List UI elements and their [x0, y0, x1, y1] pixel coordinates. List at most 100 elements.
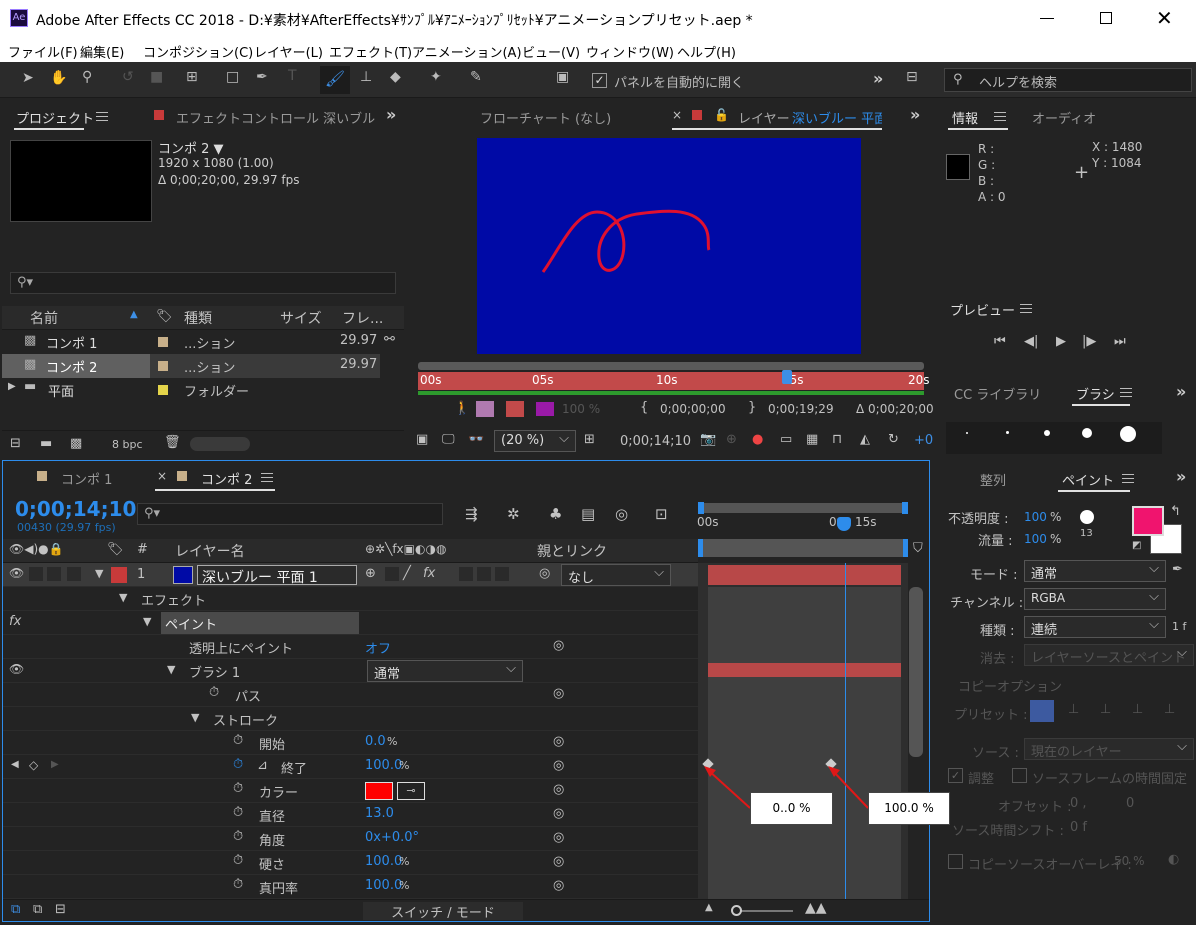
tab-audio[interactable]: オーディオ [1032, 108, 1096, 127]
brush1-mode-select[interactable]: 通常 [367, 660, 523, 682]
color-swatch-icon[interactable] [536, 402, 554, 416]
timeline-search-input[interactable]: ⚲▾ [137, 503, 443, 525]
layer-canvas[interactable] [477, 138, 861, 354]
auto-open-checkbox[interactable]: ✓ [592, 73, 607, 88]
source-select[interactable]: 現在のレイヤー [1024, 738, 1194, 760]
rotate-tool-icon[interactable]: ↺ [122, 69, 134, 85]
menu-help[interactable]: ヘルプ(H) [677, 42, 736, 61]
brush-tool-icon[interactable]: 🖌 [320, 66, 350, 94]
offset-x[interactable]: 0 , [1070, 796, 1087, 811]
brush-tip-13[interactable] [1120, 426, 1136, 442]
trash-icon[interactable]: 🗑 [164, 435, 181, 450]
play-icon[interactable]: ▶ [1056, 334, 1066, 349]
menu-composition[interactable]: コンポジション(C) [143, 42, 253, 61]
prop-value[interactable]: 100.0 [365, 854, 402, 869]
project-menu-icon[interactable] [96, 112, 108, 121]
transfer-controls-icon[interactable]: ⧉ [33, 902, 42, 917]
label-swatch[interactable] [158, 385, 168, 395]
expression-pickwhip-icon[interactable]: ◎ [553, 734, 564, 749]
panel-toggle-icon[interactable]: ▣ [556, 69, 569, 85]
shy-icon[interactable]: ♣ [549, 505, 562, 523]
angle-row[interactable]: ⏱ 角度 0x+0.0° ◎ [3, 827, 698, 851]
flowchart-icon[interactable]: ⚯ [384, 332, 395, 347]
foreground-color-swatch[interactable] [1132, 506, 1164, 536]
zoom-slider-handle[interactable] [731, 905, 742, 916]
hide-shy-icon[interactable]: 🚶 [454, 401, 470, 416]
tab-cc-libraries[interactable]: CC ライブラリ [954, 384, 1041, 403]
roto-brush-tool-icon[interactable]: ✦ [430, 69, 442, 85]
layer-label-swatch[interactable] [111, 567, 127, 583]
prev-frame-icon[interactable]: ◀| [1024, 334, 1038, 349]
pan-behind-tool-icon[interactable]: ⊞ [186, 69, 198, 85]
label-swatch[interactable] [158, 337, 168, 347]
stopwatch-active-icon[interactable]: ⏱ [233, 757, 243, 772]
graph-editor-icon[interactable]: ⊡ [655, 505, 668, 523]
preset-5-icon[interactable]: ⊥ [1164, 702, 1175, 717]
zoom-select[interactable]: (20 %) [494, 430, 576, 452]
bpc-label[interactable]: 8 bpc [112, 438, 143, 451]
menu-view[interactable]: ビュー(V) [522, 42, 580, 61]
menu-edit[interactable]: 編集(E) [80, 42, 124, 61]
viewer-overflow-icon[interactable]: » [910, 105, 920, 124]
current-time[interactable]: 0;00;14;10 [620, 434, 691, 449]
close-tab-icon[interactable]: × [157, 469, 167, 483]
stopwatch-icon[interactable]: ⏱ [233, 877, 243, 892]
last-frame-icon[interactable]: ⏭ [1114, 334, 1126, 349]
menu-layer[interactable]: レイヤー(L) [254, 42, 323, 61]
pen-tool-icon[interactable]: ✒ [256, 69, 268, 85]
opacity-value[interactable]: 100 [1024, 510, 1047, 524]
parent-select[interactable]: なし [561, 564, 671, 586]
timeline-zoom-slider[interactable] [733, 910, 793, 912]
time-shift-value[interactable]: 0 f [1070, 820, 1087, 835]
col-type[interactable]: 種類 [184, 308, 212, 328]
collapse-switch[interactable] [385, 567, 399, 581]
first-frame-icon[interactable]: ⏮ [994, 334, 1006, 349]
timeline-playhead-head[interactable] [837, 517, 851, 531]
expression-pickwhip-icon[interactable]: ◎ [553, 878, 564, 893]
thumbnail-slider[interactable] [190, 437, 250, 451]
overlay-mode-icon[interactable]: ◐ [1168, 852, 1179, 867]
layer-row[interactable]: 👁 ▼ 1 深いブルー 平面 1 ⊕ ╱ fx ◎ なし [3, 563, 698, 587]
minimize-icon[interactable] [1040, 18, 1054, 19]
in-out-icon[interactable]: ⊟ [55, 902, 66, 917]
paint-on-transparent-row[interactable]: 透明上にペイント オフ ◎ [3, 635, 698, 659]
paint-effect-row[interactable]: fx ▼ ペイント [3, 611, 698, 635]
preview-menu-icon[interactable] [1020, 304, 1032, 313]
clone-stamp-tool-icon[interactable]: ⊥ [360, 69, 372, 85]
expand-layer-icon[interactable]: ▼ [95, 567, 103, 580]
hardness-row[interactable]: ⏱ 硬さ 100.0 % ◎ [3, 851, 698, 875]
camera-tool-icon[interactable]: ■ [150, 69, 163, 85]
quality-switch-icon[interactable]: ╱ [403, 566, 411, 581]
tab-project[interactable]: プロジェクト [16, 108, 94, 127]
visibility-icon[interactable]: 👁 [9, 662, 24, 676]
channel-icon[interactable]: ● [752, 432, 763, 447]
transparency-grid-icon[interactable]: ▦ [806, 432, 818, 447]
reset-exposure-icon[interactable]: ↻ [888, 432, 899, 447]
paint-menu-icon[interactable] [1122, 474, 1134, 483]
roundness-row[interactable]: ⏱ 真円率 100.0 % ◎ [3, 875, 698, 899]
fx-icon[interactable]: fx [9, 614, 21, 629]
3d-view-icon[interactable]: ◭ [860, 432, 870, 447]
label-swatch[interactable] [158, 361, 168, 371]
prop-value[interactable]: 100.0 [365, 878, 402, 893]
channel-select[interactable]: RGBA [1024, 588, 1166, 610]
stopwatch-icon[interactable]: ⏱ [233, 829, 243, 844]
tab-layer-name[interactable]: 深いブルー 平面 [792, 108, 882, 127]
col-name[interactable]: 名前 [30, 308, 58, 328]
solo-toggle[interactable] [47, 567, 61, 581]
timeline-menu-icon[interactable] [261, 473, 273, 482]
menu-window[interactable]: ウィンドウ(W) [586, 42, 674, 61]
monitor-icon[interactable]: 🖵 [442, 432, 455, 447]
roi-icon[interactable]: ▭ [780, 432, 792, 447]
expression-pickwhip-icon[interactable]: ◎ [553, 782, 564, 797]
new-comp-icon[interactable]: ▩ [70, 436, 82, 451]
menu-animation[interactable]: アニメーション(A) [412, 42, 522, 61]
prop-value[interactable]: オフ [365, 638, 391, 657]
preset-3-icon[interactable]: ⊥ [1100, 702, 1111, 717]
expand-icon[interactable]: ▼ [119, 591, 127, 604]
selection-tool-icon[interactable]: ➤ [22, 70, 34, 86]
hand-tool-icon[interactable]: ✋ [50, 70, 67, 86]
next-keyframe-icon[interactable]: ▶ [51, 759, 59, 770]
exposure-value[interactable]: +0 [914, 433, 933, 448]
col-layer-name[interactable]: レイヤー名 [175, 541, 245, 561]
